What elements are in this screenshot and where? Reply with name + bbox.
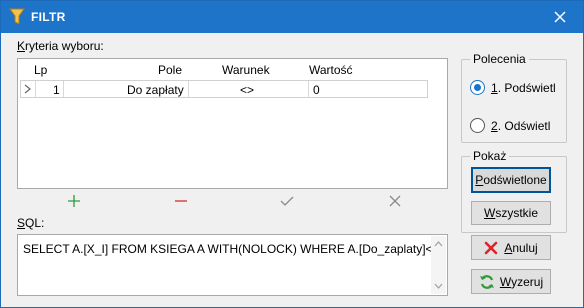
commands-group-title: Polecenia: [470, 52, 529, 66]
cell-divider: [188, 81, 189, 97]
sql-label: SQL:: [17, 216, 45, 230]
grid-header: Lp Pole Warunek Wartość: [18, 59, 447, 79]
scroll-down-icon[interactable]: [434, 283, 443, 289]
cell-warunek[interactable]: <>: [240, 83, 254, 97]
filter-dialog: FILTR Kryteria wyboru: Lp Pole Warunek W…: [0, 0, 584, 308]
reset-button[interactable]: Wyzeruj: [471, 269, 551, 294]
sql-text[interactable]: SELECT A.[X_I] FROM KSIEGA A WITH(NOLOCK…: [23, 242, 446, 256]
check-icon[interactable]: [279, 193, 295, 209]
criteria-label: Kryteria wyboru:: [17, 39, 104, 53]
x-icon[interactable]: [387, 193, 403, 209]
scroll-up-icon[interactable]: [434, 241, 443, 247]
column-header-warunek[interactable]: Warunek: [222, 63, 270, 77]
show-all-label: Wszystkie: [483, 206, 538, 220]
row-indicator-icon: [24, 84, 31, 94]
show-highlighted-button[interactable]: Podświetlone: [471, 167, 551, 193]
show-highlighted-label: Podświetlone: [475, 173, 547, 187]
column-header-lp[interactable]: Lp: [34, 63, 47, 77]
window-title: FILTR: [31, 10, 66, 24]
cell-wartosc[interactable]: 0: [313, 83, 320, 97]
commands-group: Polecenia 1. Podświetl 2. Odświetl: [461, 52, 567, 143]
minus-icon[interactable]: [173, 193, 189, 209]
radio-highlight-label: 1. Podświetl: [491, 80, 556, 95]
column-header-pole[interactable]: Pole: [158, 63, 182, 77]
cell-divider: [63, 81, 64, 97]
radio-highlight-indicator[interactable]: [470, 80, 485, 95]
plus-icon[interactable]: [66, 193, 82, 209]
cell-divider: [308, 81, 309, 97]
table-row[interactable]: 1 Do zapłaty <> 0: [20, 80, 428, 98]
refresh-icon: [479, 274, 494, 289]
radio-highlight[interactable]: 1. Podświetl: [470, 80, 556, 95]
show-group-title: Pokaż: [470, 149, 510, 163]
sql-textarea[interactable]: SELECT A.[X_I] FROM KSIEGA A WITH(NOLOCK…: [17, 234, 448, 296]
radio-unhighlight[interactable]: 2. Odświetl: [470, 118, 550, 133]
reset-label: Wyzeruj: [499, 274, 544, 289]
cell-lp[interactable]: 1: [53, 83, 60, 97]
cancel-label: Anuluj: [504, 240, 538, 255]
cell-divider: [35, 81, 36, 97]
cell-pole[interactable]: Do zapłaty: [127, 83, 184, 97]
funnel-icon: [9, 8, 25, 25]
close-icon: [554, 11, 566, 23]
cancel-button[interactable]: Anuluj: [471, 235, 551, 260]
radio-unhighlight-label: 2. Odświetl: [491, 118, 551, 133]
criteria-grid[interactable]: Lp Pole Warunek Wartość 1 Do zapłaty <> …: [17, 58, 448, 189]
close-button[interactable]: [537, 1, 583, 33]
column-header-wartosc[interactable]: Wartość: [309, 63, 353, 77]
radio-unhighlight-indicator[interactable]: [470, 118, 485, 133]
red-x-icon: [485, 241, 498, 254]
show-all-button[interactable]: Wszystkie: [471, 201, 551, 225]
title-bar[interactable]: FILTR: [1, 1, 583, 33]
vertical-scrollbar[interactable]: [431, 236, 446, 294]
